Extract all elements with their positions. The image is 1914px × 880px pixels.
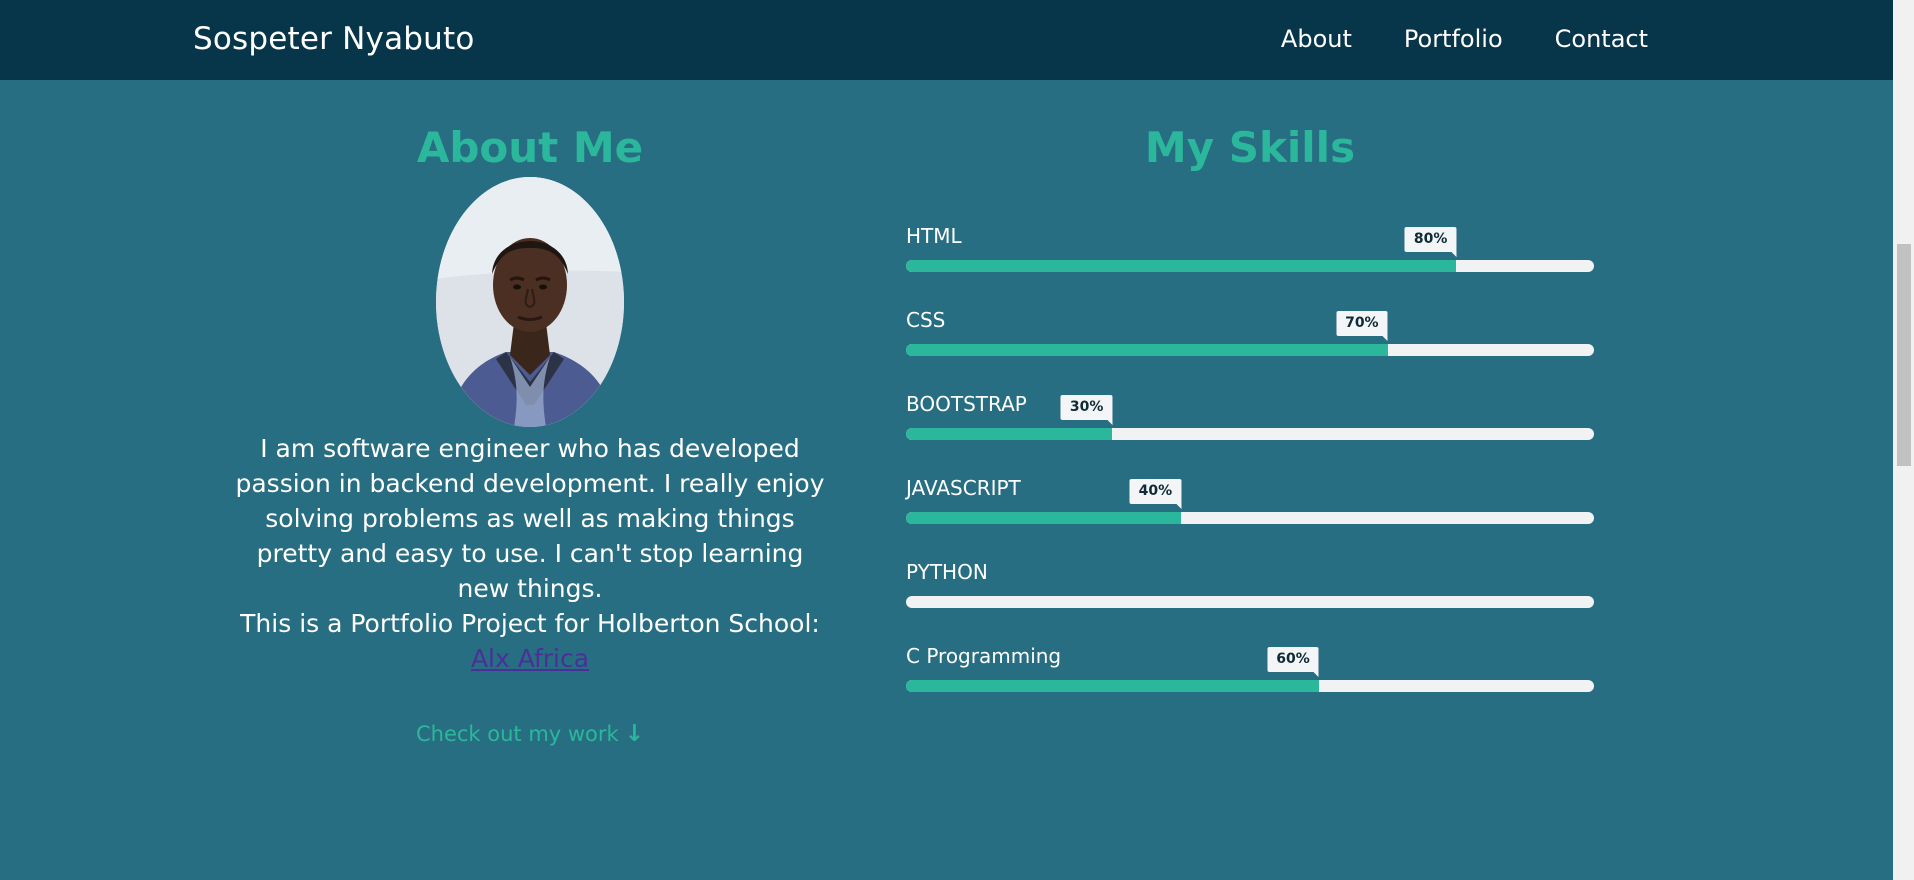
alx-africa-link[interactable]: Alx Africa — [471, 644, 589, 673]
about-text: I am software engineer who has developed… — [235, 431, 825, 676]
skill-css: CSS 70% — [906, 306, 1594, 390]
project-note: This is a Portfolio Project for Holberto… — [235, 606, 825, 676]
about-section: About Me I am software engineer who has … — [230, 118, 830, 748]
skill-percent-badge: 30% — [1060, 395, 1113, 425]
skills-title: My Skills — [1144, 123, 1356, 172]
skill-progress-track — [906, 596, 1594, 608]
skill-progress-fill — [906, 260, 1457, 272]
check-work-label: Check out my work — [415, 722, 619, 746]
arrow-down-icon: ↓ — [624, 720, 644, 747]
skill-progress-track — [906, 260, 1594, 272]
project-prefix: This is a Portfolio Project for Holberto… — [240, 609, 820, 638]
skill-c-programming: C Programming 60% — [906, 642, 1594, 726]
skill-name: CSS — [906, 308, 946, 332]
skill-html: HTML 80% — [906, 222, 1594, 306]
skill-name: BOOTSTRAP — [906, 392, 1027, 416]
profile-photo — [436, 177, 624, 427]
portfolio-page: Sospeter Nyabuto About Portfolio Contact… — [0, 0, 1914, 880]
page-scrollbar[interactable] — [1893, 0, 1914, 880]
nav-portfolio-link[interactable]: Portfolio — [1404, 22, 1503, 56]
skill-name: C Programming — [906, 644, 1062, 668]
skill-progress-fill — [906, 344, 1388, 356]
skills-list: HTML 80% CSS 70% BOOTSTRAP 30% JAVASCRIP… — [906, 222, 1594, 726]
brand-name[interactable]: Sospeter Nyabuto — [193, 20, 475, 58]
skill-progress-fill — [906, 428, 1113, 440]
nav-contact-link[interactable]: Contact — [1555, 22, 1648, 56]
skill-progress-track — [906, 344, 1594, 356]
skill-progress-fill — [906, 512, 1182, 524]
skill-progress-fill — [906, 680, 1319, 692]
scrollbar-thumb[interactable] — [1897, 244, 1911, 466]
skill-percent-badge: 60% — [1267, 647, 1319, 677]
skill-javascript: JAVASCRIPT 40% — [906, 474, 1594, 558]
skill-percent-badge: 40% — [1129, 479, 1182, 509]
skill-progress-track — [906, 680, 1594, 692]
skill-bootstrap: BOOTSTRAP 30% — [906, 390, 1594, 474]
skill-name: PYTHON — [906, 560, 988, 584]
about-title: About Me — [416, 123, 644, 172]
skill-name: JAVASCRIPT — [906, 476, 1021, 500]
skill-name: HTML — [906, 224, 962, 248]
skill-progress-track — [906, 512, 1594, 524]
skill-progress-track — [906, 428, 1594, 440]
skill-percent-badge: 80% — [1404, 227, 1457, 257]
nav-about-link[interactable]: About — [1281, 22, 1352, 56]
bio-paragraph: I am software engineer who has developed… — [235, 434, 825, 603]
skill-python: PYTHON — [906, 558, 1594, 642]
main-nav: About Portfolio Contact — [1281, 22, 1648, 56]
skills-section: My Skills HTML 80% CSS 70% BOOTSTRAP 30% — [906, 118, 1594, 726]
skill-percent-badge: 70% — [1336, 311, 1388, 341]
check-work-link[interactable]: Check out my work ↓ — [416, 720, 644, 748]
top-navbar: Sospeter Nyabuto About Portfolio Contact — [0, 0, 1893, 80]
